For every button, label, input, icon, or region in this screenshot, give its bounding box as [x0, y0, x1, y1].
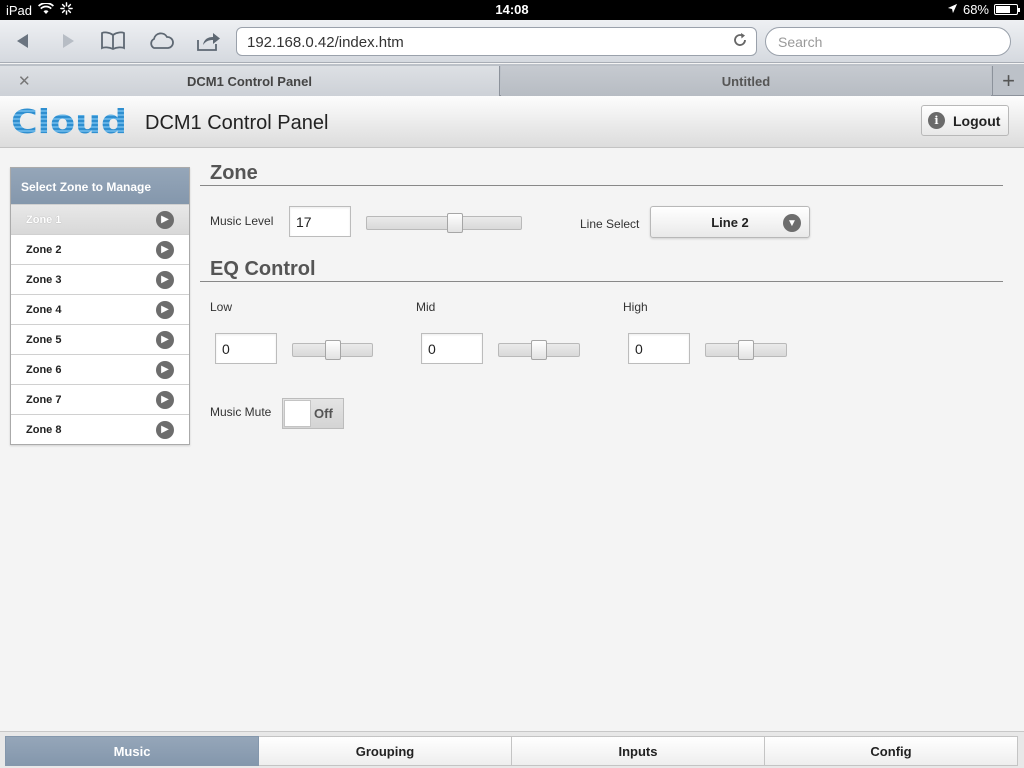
- url-bar[interactable]: 192.168.0.42/index.htm: [236, 27, 757, 56]
- sidebar-item-zone-4[interactable]: Zone 4 ▶: [11, 294, 189, 324]
- chevron-right-icon: ▶: [156, 270, 174, 289]
- page-header: Cloud DCM1 Control Panel i Logout: [0, 96, 1024, 148]
- status-right: 68%: [947, 2, 1020, 17]
- tab-label: DCM1 Control Panel: [187, 73, 312, 89]
- chevron-right-icon: ▶: [156, 210, 174, 229]
- info-icon: i: [928, 112, 945, 129]
- back-icon[interactable]: [8, 28, 38, 54]
- eq-high-label: High: [623, 300, 648, 314]
- bottom-nav: Music Grouping Inputs Config: [0, 731, 1024, 768]
- eq-low-slider[interactable]: [292, 340, 373, 360]
- chevron-right-icon: ▶: [156, 360, 174, 379]
- eq-mid-slider[interactable]: [498, 340, 580, 360]
- logout-button[interactable]: i Logout: [921, 105, 1009, 136]
- music-level-input[interactable]: 17: [289, 206, 351, 237]
- page-title: DCM1 Control Panel: [145, 112, 329, 134]
- browser-tabs: ✕ DCM1 Control Panel Untitled +: [0, 64, 1024, 96]
- zone-label: Zone 3: [26, 273, 62, 286]
- music-level-slider-handle[interactable]: [447, 213, 463, 233]
- eq-high-input[interactable]: 0: [628, 333, 690, 364]
- tab-inputs[interactable]: Inputs: [512, 736, 765, 766]
- eq-high-slider-handle[interactable]: [738, 340, 754, 360]
- sidebar-item-zone-2[interactable]: Zone 2 ▶: [11, 234, 189, 264]
- tab-label: Config: [870, 743, 912, 759]
- search-input[interactable]: Search: [765, 27, 1011, 56]
- eq-low-input[interactable]: 0: [215, 333, 277, 364]
- zone-label: Zone 7: [26, 393, 62, 406]
- tab-label: Inputs: [618, 743, 658, 759]
- chevron-right-icon: ▶: [156, 300, 174, 319]
- sidebar-item-zone-8[interactable]: Zone 8 ▶: [11, 414, 189, 444]
- line-select-value: Line 2: [711, 214, 749, 230]
- close-icon[interactable]: ✕: [18, 72, 31, 90]
- music-mute-label: Music Mute: [210, 405, 272, 419]
- reload-icon[interactable]: [732, 32, 748, 53]
- sidebar-item-zone-1[interactable]: Zone 1 ▶: [11, 204, 189, 234]
- sidebar-item-zone-5[interactable]: Zone 5 ▶: [11, 324, 189, 354]
- cloud-icon[interactable]: [146, 28, 176, 54]
- tab-untitled[interactable]: Untitled: [501, 66, 991, 96]
- zone-label: Zone 4: [26, 303, 62, 316]
- add-tab-icon[interactable]: +: [992, 66, 1024, 96]
- logout-label: Logout: [953, 112, 1001, 129]
- url-text: 192.168.0.42/index.htm: [247, 34, 404, 51]
- tab-label: Untitled: [721, 73, 771, 89]
- line-select-label: Line Select: [580, 217, 640, 231]
- chevron-right-icon: ▶: [156, 330, 174, 349]
- tab-label: Grouping: [355, 743, 415, 759]
- sidebar-heading: Select Zone to Manage: [11, 168, 189, 204]
- eq-section-title: EQ Control: [210, 258, 316, 280]
- tab-music[interactable]: Music: [5, 736, 259, 766]
- zone-label: Zone 6: [26, 363, 62, 376]
- share-icon[interactable]: [194, 28, 224, 54]
- battery-percent: 68%: [962, 2, 989, 17]
- sidebar-item-zone-3[interactable]: Zone 3 ▶: [11, 264, 189, 294]
- search-placeholder: Search: [778, 34, 823, 50]
- eq-high-slider[interactable]: [705, 340, 787, 360]
- tab-grouping[interactable]: Grouping: [259, 736, 512, 766]
- zone-label: Zone 5: [26, 333, 62, 346]
- zone-section-title: Zone: [210, 162, 258, 184]
- eq-low-label: Low: [210, 300, 233, 314]
- toggle-state: Off: [314, 406, 333, 421]
- forward-icon[interactable]: [53, 28, 83, 54]
- sidebar-item-zone-7[interactable]: Zone 7 ▶: [11, 384, 189, 414]
- tab-label: Music: [113, 743, 151, 759]
- zone-sidebar: Select Zone to Manage Zone 1 ▶ Zone 2 ▶ …: [10, 167, 190, 445]
- cloud-logo: Cloud: [10, 102, 128, 141]
- chevron-right-icon: ▶: [156, 240, 174, 259]
- svg-text:Cloud: Cloud: [11, 104, 127, 138]
- chevron-down-icon: ▼: [783, 214, 801, 232]
- zone-label: Zone 8: [26, 423, 62, 436]
- browser-toolbar: 192.168.0.42/index.htm Search: [0, 20, 1024, 63]
- eq-mid-input[interactable]: 0: [421, 333, 483, 364]
- zone-divider: [200, 185, 1003, 186]
- chevron-right-icon: ▶: [156, 390, 174, 409]
- tab-dcm1-control-panel[interactable]: ✕ DCM1 Control Panel: [0, 66, 500, 96]
- music-level-slider[interactable]: [366, 213, 522, 233]
- eq-mid-label: Mid: [416, 300, 436, 314]
- line-select-dropdown[interactable]: Line 2 ▼: [650, 206, 810, 238]
- bookmarks-icon[interactable]: [98, 28, 128, 54]
- music-mute-toggle[interactable]: Off: [282, 398, 344, 429]
- tab-config[interactable]: Config: [765, 736, 1018, 766]
- eq-divider: [200, 281, 1003, 282]
- zone-label: Zone 2: [26, 243, 62, 256]
- chevron-right-icon: ▶: [156, 420, 174, 439]
- eq-low-slider-handle[interactable]: [325, 340, 341, 360]
- eq-mid-slider-handle[interactable]: [531, 340, 547, 360]
- music-level-label: Music Level: [210, 214, 274, 228]
- toggle-knob: [284, 400, 311, 427]
- battery-icon: [994, 4, 1020, 15]
- zone-label: Zone 1: [26, 213, 62, 226]
- location-icon: [947, 2, 958, 17]
- clock: 14:08: [495, 2, 529, 17]
- status-bar: iPad 14:08 68%: [0, 0, 1024, 20]
- sidebar-item-zone-6[interactable]: Zone 6 ▶: [11, 354, 189, 384]
